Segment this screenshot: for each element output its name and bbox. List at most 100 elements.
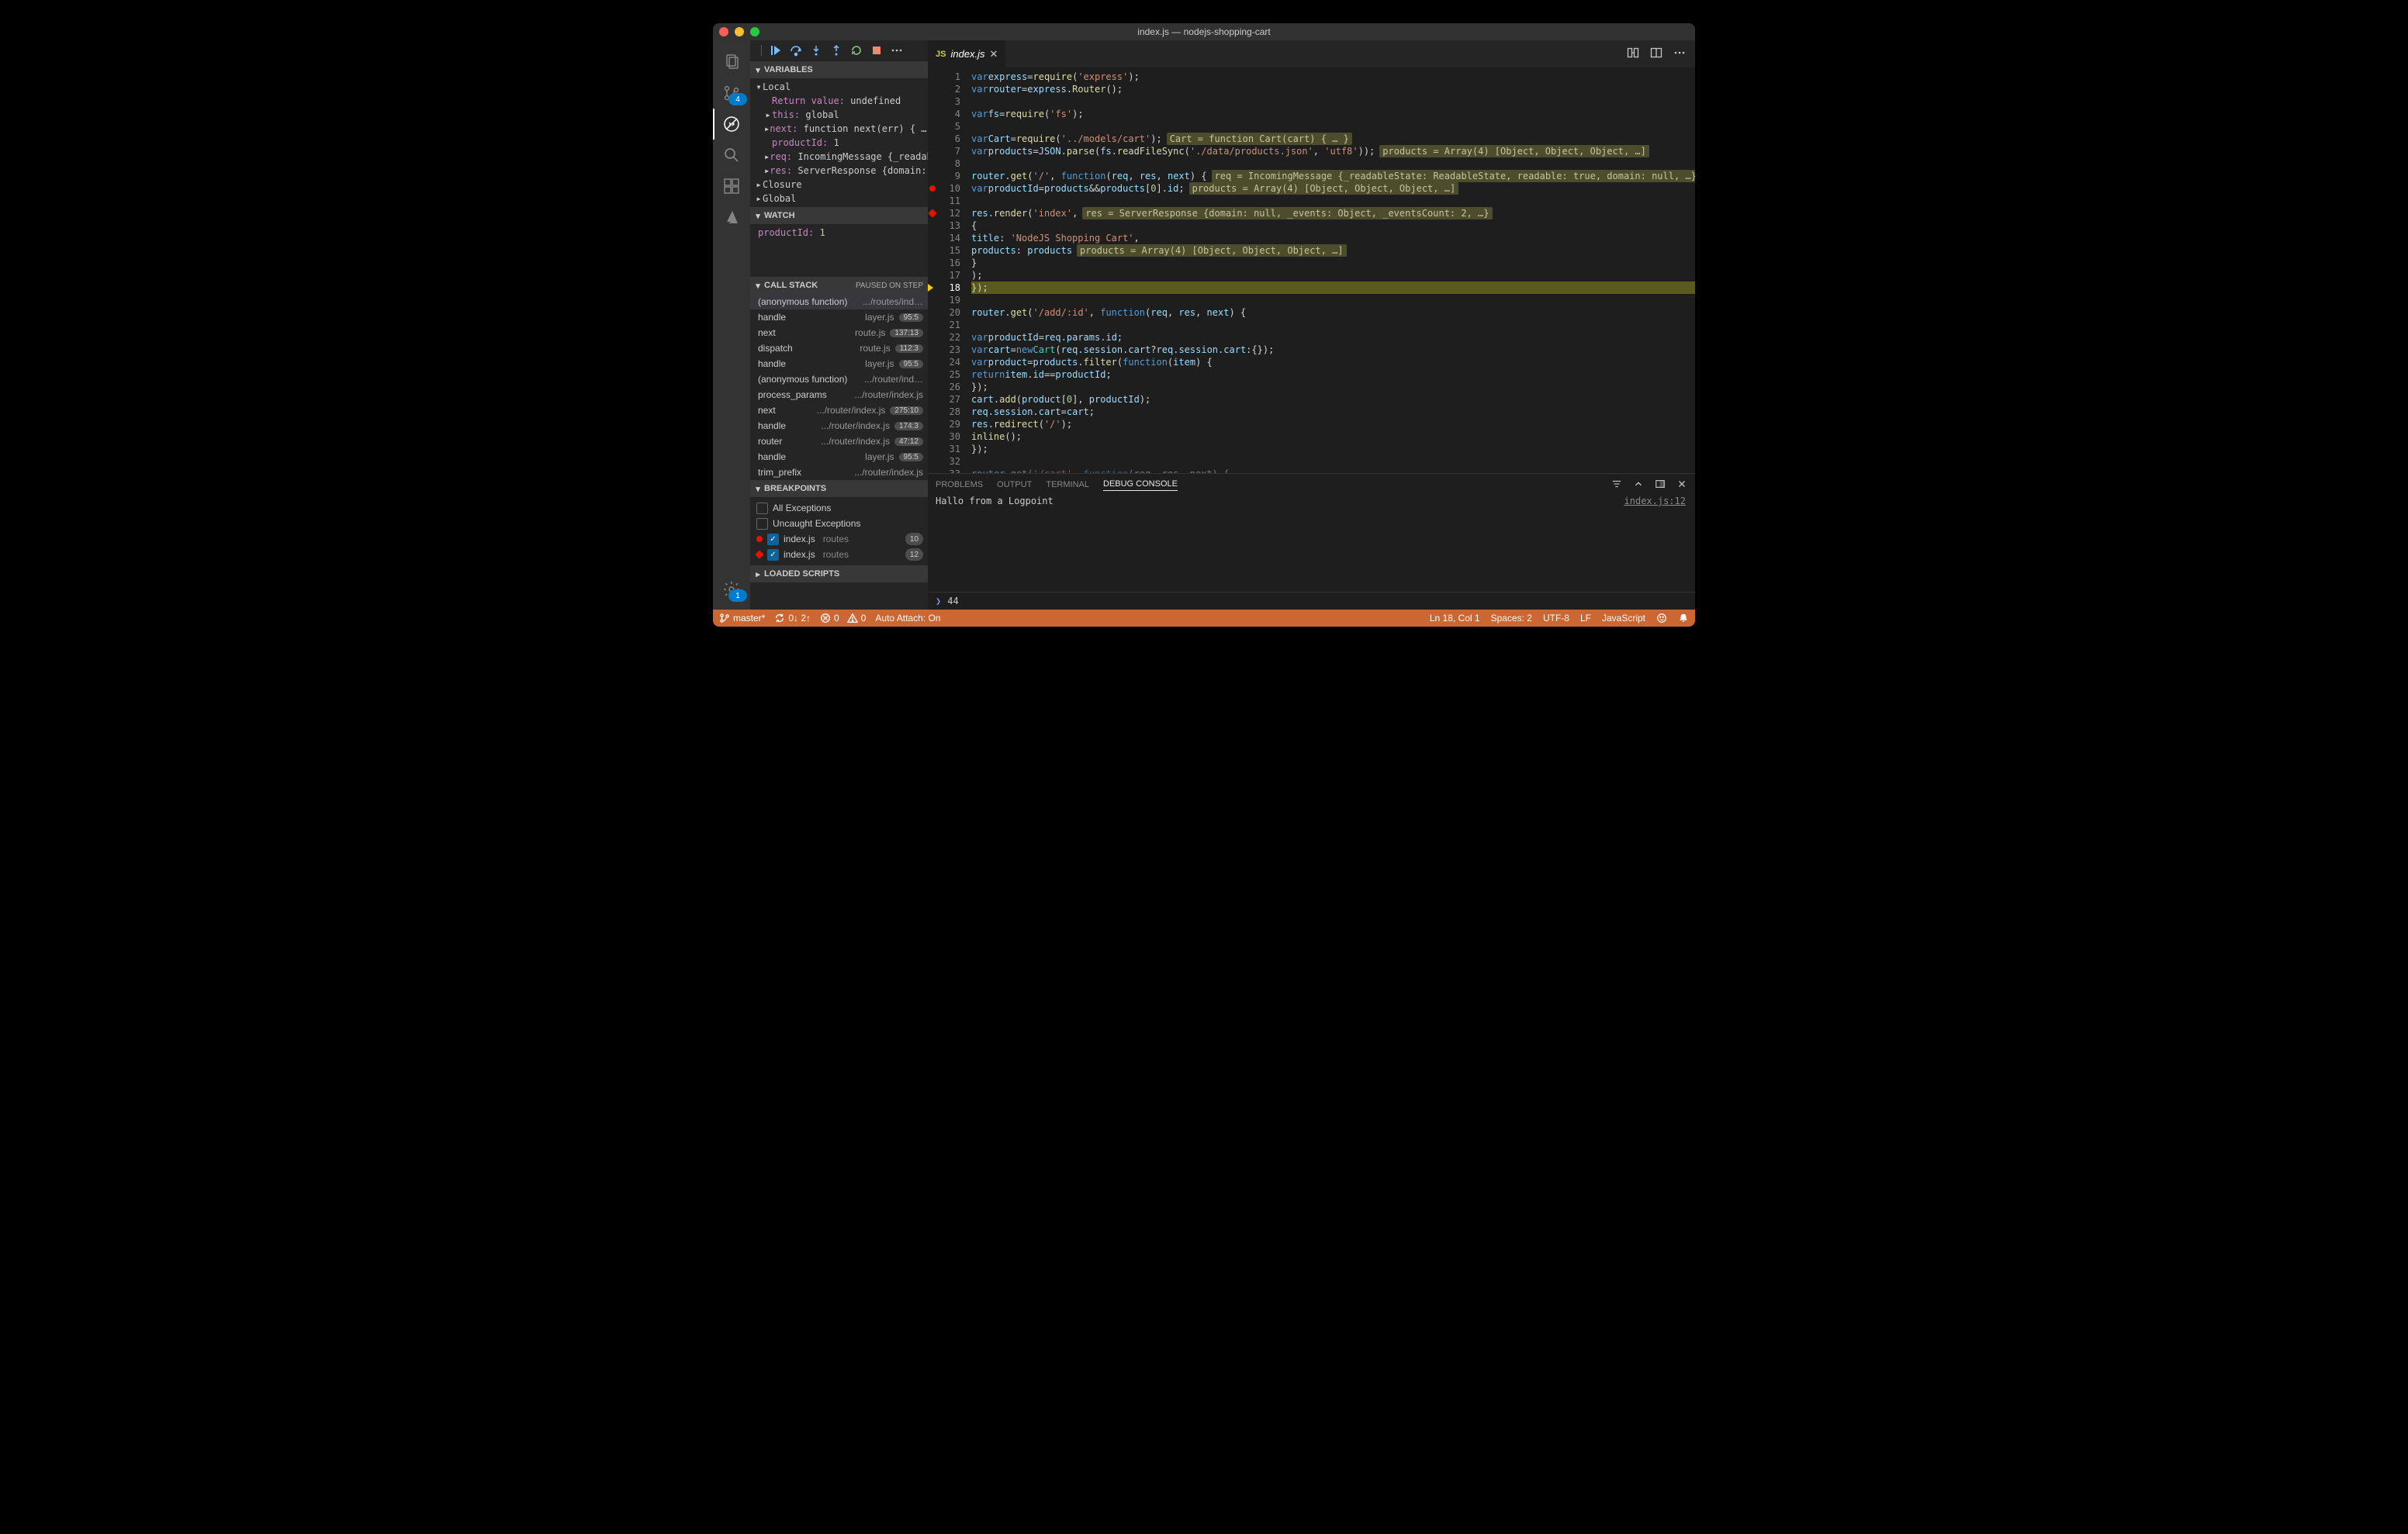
settings-tab[interactable]: 1 [713, 574, 750, 605]
extensions-tab[interactable] [713, 171, 750, 202]
activity-bar: 4 1 [713, 40, 750, 610]
variables-header[interactable]: ▾VARIABLES [750, 61, 928, 78]
debug-toolbar [750, 40, 928, 61]
search-tab[interactable] [713, 140, 750, 171]
variable-row[interactable]: ▸next: function next(err) { … } [750, 122, 928, 136]
azure-tab[interactable] [713, 202, 750, 233]
step-into-button[interactable] [810, 44, 822, 57]
close-panel-button[interactable] [1676, 479, 1687, 492]
titlebar: index.js — nodejs-shopping-cart [713, 23, 1695, 40]
maximize-panel-button[interactable] [1655, 479, 1666, 492]
panel-tabs: PROBLEMS OUTPUT TERMINAL DEBUG CONSOLE [928, 474, 1695, 496]
variable-row[interactable]: ▸res: ServerResponse {domain: null… [750, 164, 928, 178]
callstack-frame[interactable]: handlelayer.js95:5 [750, 449, 928, 465]
checkbox-checked[interactable] [767, 549, 779, 561]
callstack-frame[interactable]: dispatchroute.js112:3 [750, 340, 928, 356]
compare-changes-button[interactable] [1627, 47, 1639, 61]
variable-row[interactable]: ▸req: IncomingMessage {_readableSt… [750, 150, 928, 164]
callstack-frame[interactable]: process_params.../router/index.js [750, 387, 928, 403]
variables-tree: ▾Local Return value: undefined▸this: glo… [750, 78, 928, 207]
watch-header[interactable]: ▾WATCH [750, 207, 928, 224]
language-status[interactable]: JavaScript [1602, 613, 1645, 624]
callstack-frame[interactable]: (anonymous function).../router/ind… [750, 371, 928, 387]
variable-row[interactable]: ▸this: global [750, 108, 928, 122]
callstack-frame[interactable]: trim_prefix.../router/index.js [750, 465, 928, 480]
split-editor-button[interactable] [1650, 47, 1662, 61]
checkbox-checked[interactable] [767, 534, 779, 545]
restart-button[interactable] [850, 44, 863, 57]
checkbox-unchecked[interactable] [756, 503, 768, 514]
git-branch-status[interactable]: master* [719, 613, 765, 624]
bp-uncaught-exceptions[interactable]: Uncaught Exceptions [750, 516, 928, 531]
git-sync-status[interactable]: 0↓ 2↑ [774, 613, 811, 624]
app-window: index.js — nodejs-shopping-cart 4 [713, 23, 1695, 627]
breakpoints-header[interactable]: ▾BREAKPOINTS [750, 480, 928, 497]
variable-row[interactable]: productId: 1 [750, 136, 928, 150]
debug-tab[interactable] [713, 109, 750, 140]
js-file-icon: JS [936, 50, 946, 59]
scope-global[interactable]: ▸Global [750, 192, 928, 206]
cursor-position-status[interactable]: Ln 18, Col 1 [1430, 613, 1480, 624]
callstack-frame[interactable]: router.../router/index.js47:12 [750, 434, 928, 449]
callstack-frame[interactable]: (anonymous function).../routes/ind… [750, 294, 928, 309]
collapse-up-button[interactable] [1633, 479, 1644, 492]
panel-tab-output[interactable]: OUTPUT [997, 480, 1032, 489]
scope-closure[interactable]: ▸Closure [750, 178, 928, 192]
panel-tab-terminal[interactable]: TERMINAL [1046, 480, 1089, 489]
breakpoints-list: All Exceptions Uncaught Exceptions index… [750, 497, 928, 565]
checkbox-unchecked[interactable] [756, 518, 768, 530]
line-number-gutter[interactable]: 1234567891011121314151617181920212223242… [928, 67, 971, 473]
stop-button[interactable] [870, 44, 883, 57]
callstack-frame[interactable]: handle.../router/index.js174:3 [750, 418, 928, 434]
debug-more-button[interactable] [891, 44, 903, 57]
problems-status[interactable]: 0 0 [820, 613, 866, 624]
eol-status[interactable]: LF [1580, 613, 1591, 624]
window-title: index.js — nodejs-shopping-cart [713, 26, 1695, 37]
notifications-button[interactable] [1678, 613, 1689, 624]
debug-sidebar: ▾VARIABLES ▾Local Return value: undefine… [750, 40, 928, 610]
callstack-header[interactable]: ▾CALL STACK PAUSED ON STEP [750, 277, 928, 294]
encoding-status[interactable]: UTF-8 [1543, 613, 1569, 624]
callstack-frame[interactable]: next.../router/index.js275:10 [750, 403, 928, 418]
panel-tab-problems[interactable]: PROBLEMS [936, 480, 983, 489]
variable-row[interactable]: Return value: undefined [750, 94, 928, 108]
callstack-list: (anonymous function).../routes/ind…handl… [750, 294, 928, 480]
panel-tab-debug-console[interactable]: DEBUG CONSOLE [1103, 479, 1178, 491]
sync-icon [774, 613, 785, 624]
scm-tab[interactable]: 4 [713, 78, 750, 109]
auto-attach-status[interactable]: Auto Attach: On [875, 613, 940, 624]
tab-label: index.js [950, 48, 984, 60]
loaded-scripts-header[interactable]: ▸LOADED SCRIPTS [750, 565, 928, 582]
close-tab-button[interactable]: ✕ [990, 48, 998, 60]
callstack-frame[interactable]: handlelayer.js95:5 [750, 309, 928, 325]
tab-index-js[interactable]: JS index.js ✕ [928, 40, 1005, 67]
indentation-status[interactable]: Spaces: 2 [1491, 613, 1532, 624]
step-over-button[interactable] [790, 44, 802, 57]
explorer-tab[interactable] [713, 47, 750, 78]
breakpoint-icon [756, 536, 763, 542]
code-content[interactable]: var express = require('express');var rou… [971, 67, 1695, 473]
feedback-button[interactable] [1656, 613, 1667, 624]
branch-icon [719, 613, 730, 624]
files-icon [722, 53, 741, 71]
callstack-frame[interactable]: nextroute.js137:13 [750, 325, 928, 340]
code-area[interactable]: 1234567891011121314151617181920212223242… [928, 67, 1695, 473]
filter-button[interactable] [1611, 479, 1622, 492]
breakpoint-entry[interactable]: index.jsroutes10 [750, 531, 928, 547]
debug-console-source-link[interactable]: index.js:12 [1624, 496, 1686, 506]
callstack-frame[interactable]: handlelayer.js95:5 [750, 356, 928, 371]
continue-button[interactable] [770, 44, 782, 57]
editor-group: JS index.js ✕ 12345678910111213141516171… [928, 40, 1695, 610]
search-icon [722, 146, 741, 164]
bp-all-exceptions[interactable]: All Exceptions [750, 500, 928, 516]
breakpoint-entry[interactable]: index.jsroutes12 [750, 547, 928, 562]
scope-local[interactable]: ▾Local [750, 80, 928, 94]
step-out-button[interactable] [830, 44, 842, 57]
scm-badge: 4 [728, 93, 747, 105]
editor-more-button[interactable] [1673, 47, 1686, 61]
warning-icon [847, 613, 858, 624]
error-icon [820, 613, 831, 624]
bottom-panel: PROBLEMS OUTPUT TERMINAL DEBUG CONSOLE H… [928, 473, 1695, 610]
watch-row[interactable]: productId: 1 [750, 226, 928, 240]
debug-console-input[interactable] [946, 595, 1687, 607]
